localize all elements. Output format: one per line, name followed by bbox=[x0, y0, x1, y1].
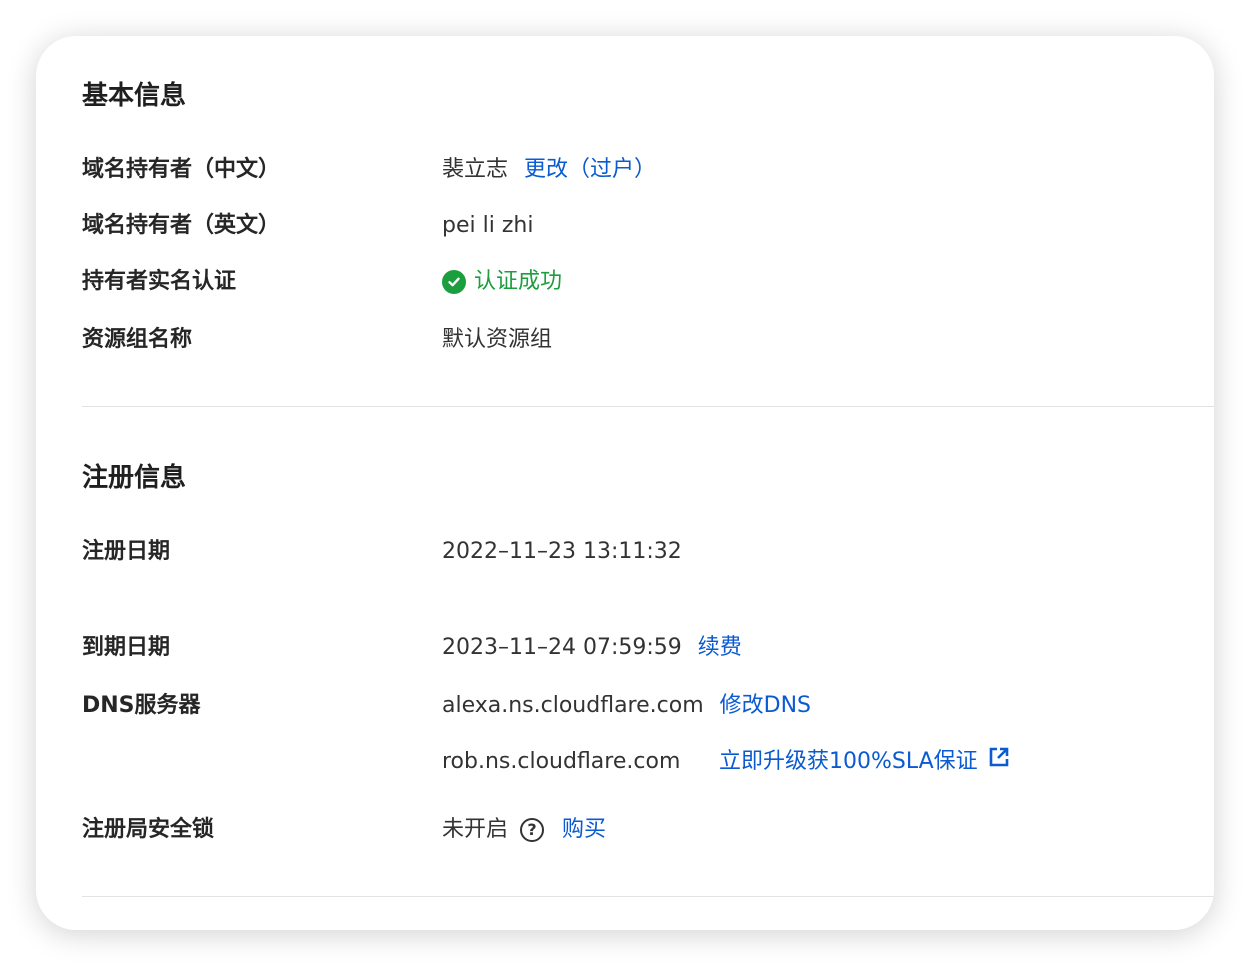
owner-cn-value: 裴立志 bbox=[442, 157, 509, 182]
exp-date-row: 2023–11–24 07:59:59 续费 bbox=[442, 632, 742, 664]
registry-lock-row: 未开启 ? 购买 bbox=[442, 814, 606, 846]
dns2-value: rob.ns.cloudflare.com bbox=[442, 749, 681, 774]
resource-group-label: 资源组名称 bbox=[82, 327, 193, 352]
dns1-row: alexa.ns.cloudflare.com 修改DNS bbox=[442, 690, 811, 722]
dns-label: DNS服务器 bbox=[82, 693, 201, 718]
registry-lock-label: 注册局安全锁 bbox=[82, 817, 215, 842]
bottom-divider bbox=[82, 896, 1214, 897]
resource-group-value: 默认资源组 bbox=[442, 327, 553, 352]
external-link-icon[interactable] bbox=[988, 746, 1010, 778]
edit-dns-link[interactable]: 修改DNS bbox=[720, 690, 811, 722]
change-owner-link[interactable]: 更改（过户） bbox=[524, 154, 656, 186]
domain-info-card: 基本信息 域名持有者（中文） 裴立志 更改（过户） 域名持有者（英文） pei … bbox=[36, 36, 1214, 930]
sla-link-row[interactable]: 立即升级获100%SLA保证 bbox=[719, 746, 1010, 778]
dns-server-1: alexa.ns.cloudflare.com bbox=[442, 693, 704, 718]
owner-en-value: pei li zhi bbox=[442, 213, 534, 238]
verify-status-text: 认证成功 bbox=[474, 269, 563, 294]
exp-date-label: 到期日期 bbox=[82, 635, 171, 660]
reg-date-label: 注册日期 bbox=[82, 539, 171, 564]
basic-info-title: 基本信息 bbox=[82, 81, 187, 111]
owner-en-label: 域名持有者（英文） bbox=[82, 213, 281, 238]
check-circle-icon bbox=[442, 270, 466, 294]
question-circle-icon[interactable]: ? bbox=[520, 818, 545, 842]
owner-cn-label: 域名持有者（中文） bbox=[82, 157, 281, 182]
register-info-title: 注册信息 bbox=[82, 463, 187, 493]
section-divider bbox=[82, 406, 1214, 407]
owner-cn-value-row: 裴立志 更改（过户） bbox=[442, 154, 656, 186]
reg-date-value: 2022–11–23 13:11:32 bbox=[442, 539, 682, 564]
sla-upgrade-link[interactable]: 立即升级获100%SLA保证 bbox=[719, 746, 978, 778]
buy-lock-link[interactable]: 购买 bbox=[562, 814, 606, 846]
exp-date-value: 2023–11–24 07:59:59 bbox=[442, 635, 682, 660]
verify-label: 持有者实名认证 bbox=[82, 269, 237, 294]
verify-status-row: 认证成功 bbox=[442, 266, 562, 298]
renew-link[interactable]: 续费 bbox=[698, 632, 742, 664]
registry-lock-status: 未开启 bbox=[442, 817, 509, 842]
